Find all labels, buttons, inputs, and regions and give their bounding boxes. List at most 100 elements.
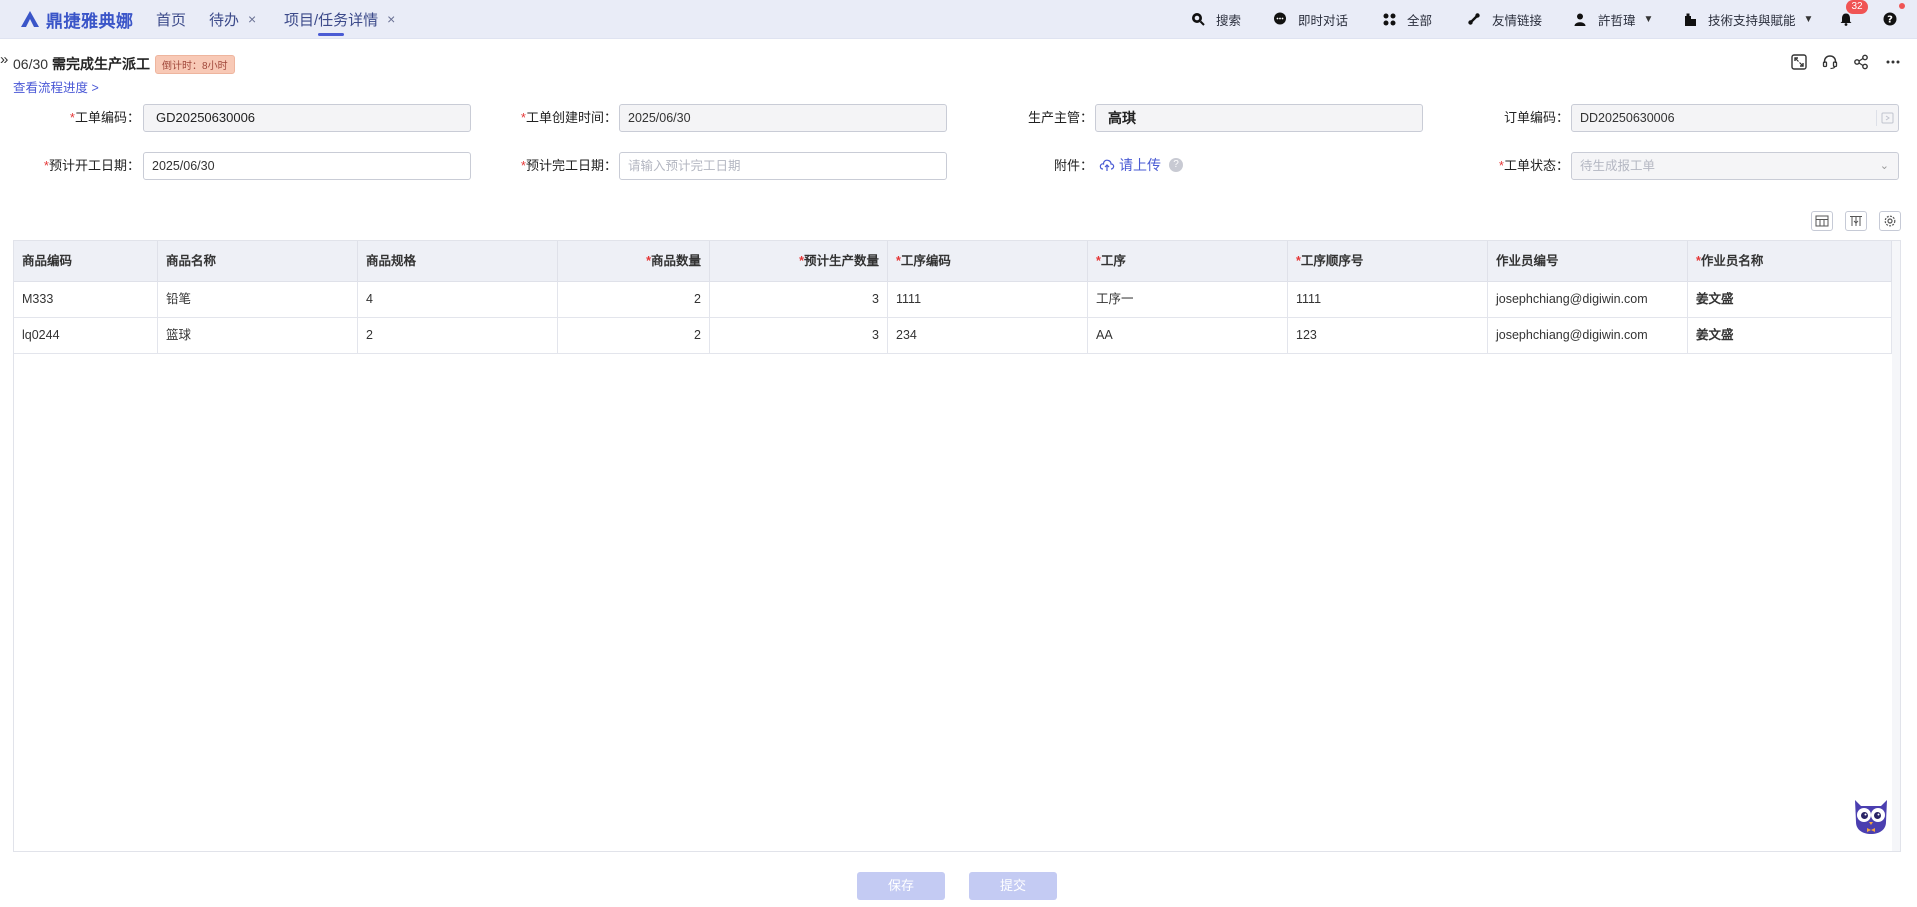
- column-header[interactable]: *工序顺序号: [1288, 241, 1488, 282]
- work-order-no-field[interactable]: GD20250630006: [143, 104, 471, 132]
- table-cell[interactable]: 工序一: [1088, 282, 1288, 317]
- table-cell[interactable]: 3: [710, 318, 888, 353]
- expand-sidebar-icon[interactable]: »: [0, 51, 8, 68]
- table-settings-gear-icon[interactable]: [1879, 211, 1901, 231]
- countdown-badge: 倒计时：8小时: [155, 54, 235, 74]
- save-button[interactable]: 保存: [857, 872, 945, 900]
- order-no-label: 订单编码：: [1503, 110, 1569, 125]
- more-options-icon[interactable]: [1884, 53, 1902, 71]
- table-cell[interactable]: 篮球: [158, 318, 358, 353]
- org-name: 技術支持與賦能: [1708, 13, 1796, 28]
- search-icon: [1190, 11, 1206, 27]
- product-process-table: 商品编码 商品名称 商品规格 *商品数量 *预计生产数量 *工序编码 *工序 *…: [13, 240, 1901, 852]
- attachment-label: 附件：: [1053, 158, 1093, 173]
- table-cell[interactable]: M333: [14, 282, 158, 317]
- tab-home-label: 首页: [156, 11, 187, 29]
- tab-detail-label: 项目/任务详情: [284, 11, 379, 29]
- created-time-field[interactable]: 2025/06/30: [619, 104, 947, 132]
- table-cell[interactable]: 姜文盛: [1688, 318, 1892, 353]
- logo-icon: [19, 9, 41, 29]
- notification-count-badge: 32: [1846, 0, 1868, 14]
- all-apps-button[interactable]: 全部: [1381, 8, 1432, 30]
- task-title: 需完成生产派工: [52, 56, 151, 72]
- view-progress-link[interactable]: 查看流程进度 >: [13, 77, 99, 96]
- page-title: 06/30 需完成生产派工 倒计时：8小时: [13, 54, 235, 74]
- table-cell[interactable]: 2: [558, 318, 710, 353]
- help-icon[interactable]: ?: [1169, 158, 1183, 172]
- support-headset-icon[interactable]: [1821, 53, 1839, 71]
- table-cell[interactable]: 铅笔: [158, 282, 358, 317]
- tab-home[interactable]: 首页: [156, 8, 186, 30]
- tab-todo[interactable]: 待办 ×: [209, 8, 256, 30]
- column-header[interactable]: *工序编码: [888, 241, 1088, 282]
- grid-icon: [1381, 11, 1397, 27]
- help-dot: [1899, 3, 1905, 9]
- help-button[interactable]: ?: [1882, 8, 1898, 30]
- close-icon[interactable]: ×: [387, 11, 395, 27]
- table-cell[interactable]: 1111: [888, 282, 1088, 317]
- table-row[interactable]: M333 铅笔 4 2 3 1111 工序一 1111 josephchiang…: [14, 282, 1892, 318]
- links-label: 友情链接: [1492, 13, 1543, 28]
- chat-button[interactable]: 即时对话: [1272, 8, 1348, 30]
- upload-button[interactable]: 请上传 ?: [1099, 153, 1183, 177]
- user-menu[interactable]: 許哲瑋 ▼: [1572, 8, 1653, 30]
- planned-start-label: *预计开工日期：: [43, 158, 140, 173]
- user-icon: [1572, 11, 1588, 27]
- column-header[interactable]: 商品名称: [158, 241, 358, 282]
- table-cell[interactable]: 4: [358, 282, 558, 317]
- app-logo[interactable]: 鼎捷雅典娜: [19, 7, 134, 31]
- help-icon: ?: [1882, 11, 1898, 27]
- table-cell[interactable]: 2: [558, 282, 710, 317]
- share-icon[interactable]: [1852, 53, 1870, 71]
- column-header[interactable]: 商品规格: [358, 241, 558, 282]
- open-link-icon[interactable]: [1876, 110, 1894, 126]
- planned-end-field[interactable]: 请输入预计完工日期: [619, 152, 947, 180]
- friend-links-button[interactable]: 友情链接: [1466, 8, 1542, 30]
- search-label: 搜索: [1216, 13, 1242, 28]
- table-scrollbar[interactable]: [1892, 241, 1900, 851]
- table-cell[interactable]: lq0244: [14, 318, 158, 353]
- column-layout-icon[interactable]: [1811, 211, 1833, 231]
- status-select[interactable]: 待生成报工单 ⌄: [1571, 152, 1899, 180]
- chevron-down-icon: ⌄: [1879, 160, 1889, 172]
- column-header[interactable]: *工序: [1088, 241, 1288, 282]
- building-icon: [1682, 11, 1698, 27]
- table-cell[interactable]: 3: [710, 282, 888, 317]
- created-time-label: *工单创建时间：: [520, 110, 617, 125]
- table-cell[interactable]: AA: [1088, 318, 1288, 353]
- chat-label: 即时对话: [1298, 13, 1349, 28]
- column-header[interactable]: *商品数量: [558, 241, 710, 282]
- tab-project-task-detail[interactable]: 项目/任务详情 ×: [284, 8, 395, 36]
- link-icon: [1466, 11, 1482, 27]
- column-header[interactable]: 作业员编号: [1488, 241, 1688, 282]
- submit-button[interactable]: 提交: [969, 872, 1057, 900]
- org-menu[interactable]: 技術支持與賦能 ▼: [1682, 8, 1813, 30]
- order-no-field[interactable]: DD20250630006: [1571, 104, 1899, 132]
- table-cell[interactable]: 2: [358, 318, 558, 353]
- table-cell[interactable]: 姜文盛: [1688, 282, 1892, 317]
- tab-todo-label: 待办: [209, 11, 240, 29]
- status-label: *工单状态：: [1498, 158, 1569, 173]
- table-header: 商品编码 商品名称 商品规格 *商品数量 *预计生产数量 *工序编码 *工序 *…: [14, 241, 1892, 282]
- planned-end-label: *预计完工日期：: [520, 158, 617, 173]
- column-header[interactable]: *预计生产数量: [710, 241, 888, 282]
- planned-start-field[interactable]: 2025/06/30: [143, 152, 471, 180]
- table-cell[interactable]: 234: [888, 318, 1088, 353]
- table-cell[interactable]: josephchiang@digiwin.com: [1488, 318, 1688, 353]
- task-date: 06/30: [13, 56, 49, 72]
- close-icon[interactable]: ×: [248, 11, 256, 27]
- user-name: 許哲瑋: [1598, 13, 1636, 28]
- upload-label: 请上传: [1119, 157, 1161, 173]
- filter-columns-icon[interactable]: [1845, 211, 1867, 231]
- table-cell[interactable]: 1111: [1288, 282, 1488, 317]
- supervisor-label: 生产主管：: [1027, 110, 1093, 125]
- supervisor-field[interactable]: 高琪: [1095, 104, 1423, 132]
- assistant-owl-icon[interactable]: [1849, 792, 1893, 836]
- fullscreen-icon[interactable]: [1790, 53, 1808, 71]
- column-header[interactable]: *作业员名称: [1688, 241, 1892, 282]
- search-button[interactable]: 搜索: [1190, 8, 1241, 30]
- table-cell[interactable]: josephchiang@digiwin.com: [1488, 282, 1688, 317]
- table-cell[interactable]: 123: [1288, 318, 1488, 353]
- table-row[interactable]: lq0244 篮球 2 2 3 234 AA 123 josephchiang@…: [14, 318, 1892, 354]
- column-header[interactable]: 商品编码: [14, 241, 158, 282]
